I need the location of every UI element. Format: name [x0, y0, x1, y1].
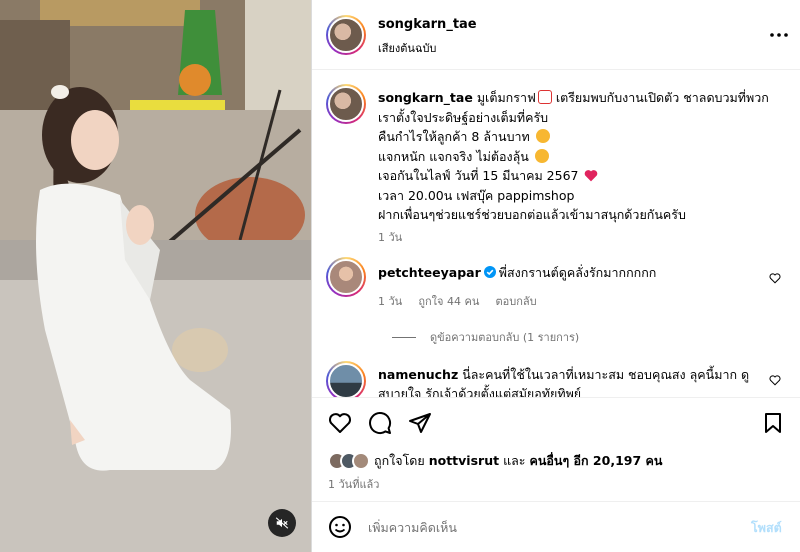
caption-avatar[interactable] — [326, 84, 366, 124]
caption-line-8: ฝากเพื่อนๆช่วยแชร์ช่วยบอกต่อแล้วเข้ามาสน… — [378, 207, 686, 222]
comments-list[interactable]: songkarn_tae มูเต็มกราฟ เตรียมพบกับงานเป… — [312, 71, 800, 397]
author-username[interactable]: songkarn_tae — [378, 17, 477, 32]
comment-2: namenuchz นี่ละคนที่ใช้ในเวลาที่เหมาะสม … — [378, 365, 783, 397]
post-photo — [0, 0, 311, 552]
more-horizontal-icon — [770, 33, 788, 37]
comment-1-meta: 1 วัน ถูกใจ 44 คน ตอบกลับ — [378, 292, 549, 310]
comment-1: petchteeyapar พี่สงกรานต์ดูคลั่งรักมากกกก… — [378, 263, 768, 282]
likes-connector: และ — [503, 453, 526, 468]
comment-composer: โพสต์ — [312, 501, 800, 552]
comment-1-likes[interactable]: ถูกใจ 44 คน — [418, 295, 479, 308]
post-side-panel: songkarn_tae เสียงต้นฉบับ songkarn_tae ม… — [311, 0, 800, 552]
caption-line-4: คืนกำไรให้ลูกค้า 8 ล้านบาท — [378, 129, 530, 144]
share-icon[interactable] — [408, 411, 432, 435]
caption-line-2: เตรียมพบกับงานเปิดตัว ชาลดบวมที่พวก — [555, 90, 769, 105]
caption-line-7: เวลา 20.00น เฟสบุ๊ค pappimshop — [378, 187, 575, 203]
likes-prefix: ถูกใจโดย — [374, 453, 425, 468]
liker-avatar[interactable] — [352, 452, 370, 470]
comment-1-time[interactable]: 1 วัน — [378, 295, 402, 308]
comment-1-reply-button[interactable]: ตอบกลับ — [496, 295, 537, 308]
likes-summary: ถูกใจโดย nottvisrut และ คนอื่นๆ อีก 20,1… — [328, 450, 662, 472]
mute-icon — [275, 517, 289, 529]
mute-button[interactable] — [268, 509, 296, 537]
caption: songkarn_tae มูเต็มกราฟ เตรียมพบกับงานเป… — [378, 88, 783, 225]
comment-avatar[interactable] — [326, 257, 366, 297]
audio-label[interactable]: เสียงต้นฉบับ — [378, 39, 436, 57]
author-avatar[interactable] — [326, 15, 366, 55]
comment-2-text-line-2: สบายใจ รักเจ้าด้วยตั้งแต่สมัยอุทัยทิพย์ — [378, 386, 582, 397]
likes-others-count[interactable]: คนอื่นๆ อีก 20,197 คน — [529, 453, 662, 468]
comment-1-text: พี่สงกรานต์ดูคลั่งรักมากกกกก — [498, 265, 657, 280]
bookmark-icon[interactable] — [761, 411, 785, 435]
post-media[interactable] — [0, 0, 311, 552]
comment-icon[interactable] — [368, 411, 392, 435]
red-heart-emoji-icon — [585, 170, 598, 182]
star-struck-emoji-icon — [535, 129, 550, 143]
likes-text[interactable]: ถูกใจโดย nottvisrut และ คนอื่นๆ อีก 20,1… — [374, 451, 662, 471]
caption-time[interactable]: 1 วัน — [378, 228, 402, 246]
comment-avatar[interactable] — [326, 361, 366, 397]
verified-badge-icon — [483, 266, 496, 278]
chart-increasing-emoji-icon — [537, 90, 552, 104]
first-liker-username[interactable]: nottvisrut — [429, 453, 499, 468]
comment-1-username[interactable]: petchteeyapar — [378, 265, 481, 280]
action-bar — [312, 397, 800, 447]
post-comment-button[interactable]: โพสต์ — [751, 518, 782, 538]
caption-line-3: เราตั้งใจประดิษฐ์อย่างเต็มที่ครับ — [378, 109, 549, 125]
view-replies-button[interactable]: ดูข้อความตอบกลับ (1 รายการ) — [392, 328, 579, 346]
more-options-button[interactable] — [768, 24, 790, 46]
comment-input[interactable] — [368, 515, 728, 539]
heart-icon[interactable] — [328, 411, 352, 435]
smiling-hearts-emoji-icon — [534, 148, 549, 163]
comment-2-like-heart-icon[interactable] — [769, 374, 781, 386]
post-header: songkarn_tae เสียงต้นฉบับ — [312, 0, 800, 70]
post-date[interactable]: 1 วันที่แล้ว — [328, 475, 379, 493]
comment-2-text-line-1: นี่ละคนที่ใช้ในเวลาที่เหมาะสม ชอบคุณสง ล… — [462, 367, 750, 382]
caption-line-6: เจอกันในไลฟ์ วันที่ 15 มีนาคม 2567 — [378, 168, 579, 183]
instagram-post-dialog: songkarn_tae เสียงต้นฉบับ songkarn_tae ม… — [0, 0, 800, 552]
caption-username[interactable]: songkarn_tae — [378, 90, 473, 105]
comment-1-like-heart-icon[interactable] — [769, 272, 781, 284]
caption-line-1: มูเต็มกราฟ — [476, 90, 536, 105]
emoji-icon[interactable] — [328, 515, 352, 539]
comment-2-username[interactable]: namenuchz — [378, 367, 458, 382]
caption-line-5: แจกหนัก แจกจริง ไม่ต้องลุ้น — [378, 148, 529, 164]
view-replies-label: ดูข้อความตอบกลับ (1 รายการ) — [430, 331, 580, 344]
replies-dash — [392, 336, 416, 338]
